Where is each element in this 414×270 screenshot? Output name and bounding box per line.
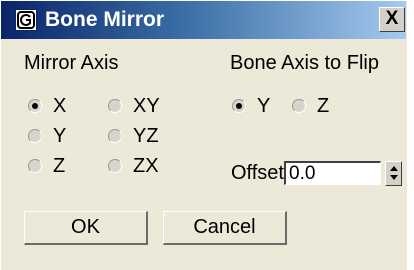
bone-axis-z-radio[interactable]: Z [292, 95, 329, 117]
mirror-axis-xy-label: XY [133, 95, 160, 117]
mirror-axis-y-radio[interactable]: Y [28, 125, 66, 147]
title-bar[interactable]: Bone Mirror X [1, 1, 406, 39]
radio-dot-icon [108, 99, 122, 113]
spinner-up-icon[interactable] [390, 166, 398, 171]
radio-dot-icon [292, 99, 306, 113]
mirror-axis-x-radio[interactable]: X [28, 95, 66, 117]
mirror-axis-z-radio[interactable]: Z [28, 155, 65, 177]
radio-dot-icon [108, 159, 122, 173]
close-button[interactable]: X [379, 7, 405, 32]
mirror-axis-label: Mirror Axis [24, 52, 119, 74]
bone-axis-y-label: Y [257, 95, 271, 117]
radio-dot-icon [28, 159, 42, 173]
mirror-axis-zx-radio[interactable]: ZX [108, 155, 159, 177]
radio-dot-icon [108, 129, 122, 143]
radio-dot-icon [232, 99, 246, 113]
mirror-axis-xy-radio[interactable]: XY [108, 95, 160, 117]
cancel-button[interactable]: Cancel [163, 211, 287, 245]
radio-dot-icon [28, 99, 42, 113]
mirror-axis-z-label: Z [53, 155, 66, 177]
offset-input[interactable] [284, 161, 381, 185]
offset-label: Offset [231, 162, 284, 184]
ok-button[interactable]: OK [24, 211, 148, 245]
bone-axis-label: Bone Axis to Flip [230, 52, 379, 74]
mirror-axis-x-label: X [53, 95, 67, 117]
bone-mirror-dialog: Bone Mirror X Mirror Axis X Y Z XY YZ ZX… [0, 0, 407, 270]
mirror-axis-zx-label: ZX [133, 155, 159, 177]
mirror-axis-yz-radio[interactable]: YZ [108, 125, 159, 147]
offset-spinner[interactable] [385, 161, 402, 186]
bone-axis-z-label: Z [317, 95, 330, 117]
bone-axis-y-radio[interactable]: Y [232, 95, 270, 117]
spinner-down-icon[interactable] [390, 175, 398, 180]
window-title: Bone Mirror [45, 8, 165, 31]
mirror-axis-yz-label: YZ [133, 125, 159, 147]
mirror-axis-y-label: Y [53, 125, 67, 147]
radio-dot-icon [28, 129, 42, 143]
app-icon [15, 9, 37, 31]
